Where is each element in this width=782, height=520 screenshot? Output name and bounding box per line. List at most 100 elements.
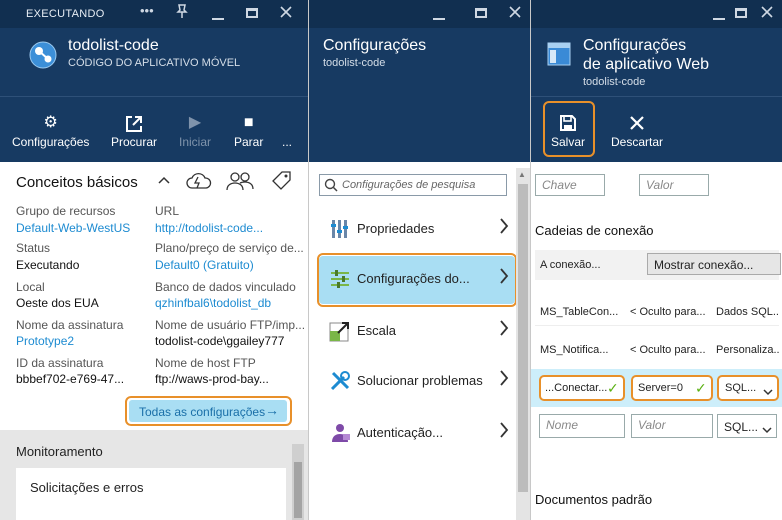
maximize-icon[interactable] bbox=[246, 8, 258, 18]
browse-command[interactable]: Procurar bbox=[111, 113, 157, 149]
search-icon bbox=[324, 178, 338, 195]
app-setting-value-input[interactable]: Valor bbox=[639, 174, 709, 196]
settings-blade: Configurações todolist-code Configuraçõe… bbox=[309, 0, 530, 520]
ftp-host-value: ftp://waws-prod-bay... bbox=[155, 372, 269, 386]
new-connection-name-text: ...Conectar... bbox=[545, 382, 607, 394]
table-row[interactable]: MS_TableCon... < Oculto para... Dados SQ… bbox=[535, 296, 779, 326]
connection-name-input[interactable]: Nome bbox=[539, 414, 625, 438]
play-icon: ▶ bbox=[188, 114, 202, 131]
connection-type-select[interactable]: SQL... bbox=[717, 414, 777, 438]
discard-command[interactable]: Descartar bbox=[611, 113, 663, 149]
requests-errors-tile[interactable]: Solicitações e erros bbox=[16, 468, 286, 520]
status-bar: EXECUTANDO ••• bbox=[0, 0, 308, 28]
settings-blade-header: Configurações todolist-code bbox=[309, 0, 530, 162]
settings-scrollbar[interactable]: ▲ bbox=[516, 168, 530, 520]
monitoring-scrollbar[interactable] bbox=[292, 444, 304, 520]
users-icon[interactable] bbox=[226, 171, 254, 194]
start-command-label: Iniciar bbox=[179, 135, 212, 149]
checkmark-icon: ✓ bbox=[695, 380, 707, 396]
resource-group-label: Grupo de recursos bbox=[16, 204, 116, 218]
monitoring-panel: Monitoramento Solicitações e erros bbox=[0, 430, 308, 520]
requests-errors-label: Solicitações e erros bbox=[30, 480, 144, 495]
chevron-right-icon bbox=[499, 319, 509, 343]
connection-name: MS_TableCon... bbox=[540, 306, 619, 318]
tag-icon[interactable] bbox=[270, 171, 292, 194]
resource-group-link[interactable]: Default-Web-WestUS bbox=[16, 221, 151, 235]
minimize-icon[interactable] bbox=[433, 8, 445, 24]
external-link-icon bbox=[111, 113, 157, 135]
web-app-title-line2: de aplicativo Web bbox=[583, 56, 709, 73]
app-setting-key-input[interactable]: Chave bbox=[535, 174, 605, 196]
connection-name: MS_Notifica... bbox=[540, 344, 609, 356]
url-label: URL bbox=[155, 204, 180, 218]
connection-value-input[interactable]: Valor bbox=[631, 414, 713, 438]
close-icon bbox=[611, 113, 663, 135]
maximize-icon[interactable] bbox=[475, 8, 487, 18]
maximize-icon[interactable] bbox=[735, 8, 747, 18]
browse-command-label: Procurar bbox=[111, 135, 158, 149]
properties-icon bbox=[329, 218, 351, 240]
stop-command[interactable]: ■ Parar bbox=[234, 113, 263, 149]
show-connections-label: Mostrar conexão... bbox=[654, 258, 754, 272]
close-icon[interactable] bbox=[280, 5, 292, 21]
status-text: EXECUTANDO bbox=[26, 8, 105, 20]
connection-type: Personaliza... bbox=[716, 344, 779, 356]
scroll-up-icon[interactable]: ▲ bbox=[518, 170, 526, 179]
table-row[interactable]: MS_Notifica... < Oculto para... Personal… bbox=[535, 334, 779, 364]
settings-search-box[interactable]: Configurações de pesquisa bbox=[319, 174, 507, 196]
troubleshoot-icon bbox=[329, 370, 351, 392]
default-documents-title: Documentos padrão bbox=[535, 492, 653, 507]
essentials-title: Conceitos básicos bbox=[16, 174, 138, 191]
nav-properties-label: Propriedades bbox=[357, 221, 435, 236]
discard-command-label: Descartar bbox=[611, 135, 664, 149]
close-icon[interactable] bbox=[761, 5, 773, 21]
chevron-down-icon bbox=[763, 385, 773, 399]
new-connection-name-input[interactable]: ...Conectar... ✓ bbox=[539, 375, 625, 401]
url-link[interactable]: http://todolist-code... bbox=[155, 221, 305, 235]
plan-label: Plano/preço de serviço de... bbox=[155, 241, 304, 255]
show-connections-button[interactable]: Mostrar conexão... bbox=[647, 253, 781, 275]
app-blade-header: EXECUTANDO ••• todolist-code CÓDIGO DO A… bbox=[0, 0, 308, 162]
linked-db-label: Banco de dados vinculado bbox=[155, 280, 296, 294]
settings-title: Configurações bbox=[323, 37, 427, 54]
connection-type-text: SQL... bbox=[724, 420, 759, 434]
ftp-user-label: Nome de usuário FTP/imp... bbox=[155, 318, 305, 332]
new-connection-type-text: SQL... bbox=[725, 382, 757, 394]
checkmark-icon: ✓ bbox=[607, 380, 619, 396]
app-subtitle: CÓDIGO DO APLICATIVO MÓVEL bbox=[68, 57, 241, 69]
web-app-icon bbox=[547, 42, 571, 69]
connection-type: Dados SQL... bbox=[716, 306, 779, 318]
linked-db-link[interactable]: qzhinfbal6\todolist_db bbox=[155, 296, 305, 310]
highlight-app-settings bbox=[317, 253, 517, 307]
cloud-icon[interactable] bbox=[185, 171, 213, 194]
connection-strings-title: Cadeias de conexão bbox=[535, 223, 654, 238]
subscription-id-label: ID da assinatura bbox=[16, 356, 104, 370]
new-connection-type-select[interactable]: SQL... bbox=[717, 375, 779, 401]
nav-scale[interactable]: Escala bbox=[319, 308, 515, 356]
settings-command[interactable]: ⚙ Configurações bbox=[12, 113, 89, 149]
subscription-name-link[interactable]: Prototype2 bbox=[16, 334, 151, 348]
auth-icon bbox=[329, 422, 351, 444]
nav-properties[interactable]: Propriedades bbox=[319, 206, 515, 254]
plan-link[interactable]: Default0 (Gratuito) bbox=[155, 258, 305, 272]
subscription-name-label: Nome da assinatura bbox=[16, 318, 124, 332]
minimize-icon[interactable] bbox=[212, 8, 224, 24]
nav-authentication[interactable]: Autenticação... bbox=[319, 410, 515, 458]
new-connection-value-input[interactable]: Server=0 ✓ bbox=[631, 375, 713, 401]
subscription-id-value: bbbef702-e769-47... bbox=[16, 372, 125, 386]
settings-command-label: Configurações bbox=[12, 135, 90, 149]
close-icon[interactable] bbox=[509, 5, 521, 21]
more-icon[interactable]: ••• bbox=[140, 3, 154, 18]
ftp-user-value: todolist-code\ggailey777 bbox=[155, 334, 285, 348]
connection-value: < Oculto para... bbox=[630, 306, 706, 318]
settings-scroll-thumb[interactable] bbox=[518, 184, 528, 492]
chevron-right-icon bbox=[499, 217, 509, 241]
more-commands[interactable]: ... bbox=[282, 135, 292, 149]
collapse-chevron-icon[interactable] bbox=[158, 172, 170, 188]
pin-icon[interactable] bbox=[176, 4, 188, 21]
nav-troubleshoot[interactable]: Solucionar problemas bbox=[319, 358, 515, 406]
minimize-icon[interactable] bbox=[713, 8, 725, 24]
stop-command-label: Parar bbox=[234, 135, 264, 149]
scale-icon bbox=[329, 320, 351, 342]
nav-troubleshoot-label: Solucionar problemas bbox=[357, 373, 483, 388]
